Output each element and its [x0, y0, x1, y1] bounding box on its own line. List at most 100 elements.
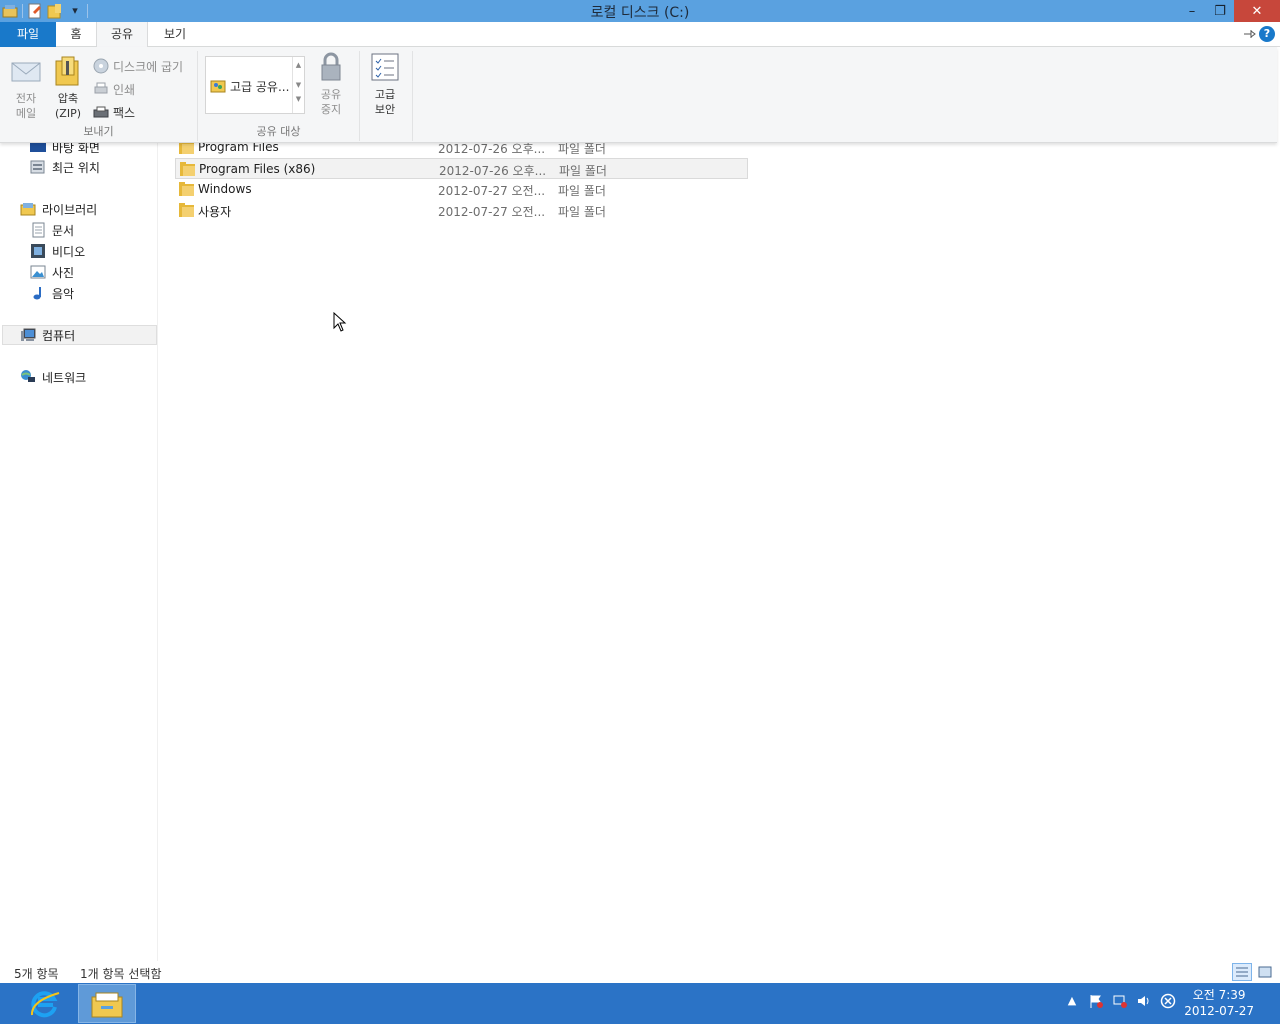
file-date: 2012-07-26 오후...: [439, 164, 547, 178]
documents-icon: [30, 222, 46, 238]
file-list: Program Files 2012-07-26 오후... 파일 폴더 Pro…: [159, 140, 1280, 961]
advanced-security-button[interactable]: 고급 보안: [367, 51, 403, 117]
send-group-label: 보내기: [83, 125, 114, 138]
music-icon: [30, 285, 46, 301]
zip-folder-icon: [52, 55, 84, 87]
status-bar: 5개 항목 1개 항목 선택함: [0, 961, 1280, 983]
advanced-security-line1: 고급: [374, 88, 396, 101]
network-icon: [20, 369, 36, 385]
email-label: 전자 메일: [15, 92, 37, 120]
nav-recent-label: 최근 위치: [52, 160, 100, 175]
details-view-button[interactable]: [1232, 963, 1252, 981]
nav-item-computer[interactable]: 컴퓨터: [20, 325, 75, 345]
ribbon-tabs: 파일 홈 공유 보기 ?: [0, 22, 1280, 48]
help-icon[interactable]: ?: [1259, 26, 1275, 42]
details-view-icon: [1236, 967, 1248, 977]
taskbar: ▲ 오전 7:39 2012-07-27: [0, 983, 1280, 1024]
nav-item-network[interactable]: 네트워크: [20, 367, 86, 387]
file-row[interactable]: 사용자 2012-07-27 오전... 파일 폴더: [175, 200, 748, 221]
folder-icon: [179, 203, 195, 217]
burn-disc-button[interactable]: 디스크에 굽기: [93, 56, 183, 76]
printer-icon: [93, 81, 109, 97]
close-circle-icon[interactable]: [1160, 993, 1176, 1009]
nav-documents-label: 문서: [52, 223, 75, 238]
file-type: 파일 폴더: [559, 164, 607, 178]
email-button[interactable]: 전자 메일: [8, 55, 44, 121]
large-icons-view-button[interactable]: [1255, 963, 1275, 981]
fax-button[interactable]: 팩스: [93, 102, 135, 122]
action-center-flag-icon[interactable]: [1088, 993, 1104, 1009]
file-type: 파일 폴더: [558, 205, 606, 219]
libraries-icon: [20, 201, 36, 217]
computer-icon: [20, 327, 36, 343]
file-explorer-icon: [91, 992, 123, 1017]
nav-music-label: 음악: [52, 286, 75, 301]
ribbon-panel: 전자 메일 압축 (ZIP) 디스크에 굽기 인쇄 팩스 보내기 공유 대상 고…: [0, 47, 1277, 143]
print-button[interactable]: 인쇄: [93, 79, 135, 99]
send-group: 전자 메일 압축 (ZIP) 디스크에 굽기 인쇄 팩스 보내기: [0, 51, 198, 141]
mouse-cursor-icon: [333, 312, 347, 332]
tab-file[interactable]: 파일: [0, 22, 56, 47]
stop-sharing-line1: 공유: [320, 88, 342, 101]
zip-label-line1: 압축: [57, 92, 79, 105]
navigation-pane: 바탕 화면 최근 위치 라이브러리 문서 비디오 사진 음악 컴퓨터 네트워크: [0, 141, 158, 961]
file-date: 2012-07-27 오전...: [438, 184, 546, 198]
taskbar-internet-explorer[interactable]: [17, 984, 75, 1023]
expand-ribbon-icon[interactable]: [1242, 27, 1256, 41]
tab-home[interactable]: 홈: [56, 22, 96, 47]
zip-button[interactable]: 압축 (ZIP): [50, 55, 86, 121]
nav-item-videos[interactable]: 비디오: [30, 241, 85, 261]
videos-icon: [30, 243, 46, 259]
lock-icon: [315, 51, 347, 83]
share-group-label: 공유 대상: [256, 125, 301, 138]
file-date: 2012-07-27 오전...: [438, 205, 546, 219]
share-gallery: 고급 공유... ▲ ▼ ▼: [205, 56, 305, 114]
pictures-icon: [30, 264, 46, 280]
nav-libraries-label: 라이브러리: [42, 202, 98, 217]
file-name: 사용자: [198, 205, 232, 219]
file-name: Windows: [198, 182, 252, 196]
clock-date: 2012-07-27: [1184, 1004, 1254, 1018]
file-row[interactable]: Windows 2012-07-27 오전... 파일 폴더: [175, 179, 748, 200]
system-tray: ▲: [1064, 993, 1176, 1009]
nav-item-recent[interactable]: 최근 위치: [30, 157, 100, 177]
restore-button[interactable]: ❐: [1206, 0, 1234, 22]
zip-label-line2: (ZIP): [55, 107, 81, 120]
burn-disc-label: 디스크에 굽기: [113, 59, 184, 74]
large-icons-view-icon: [1258, 966, 1272, 978]
minimize-button[interactable]: –: [1178, 0, 1206, 22]
advanced-security-line2: 보안: [374, 103, 396, 116]
print-label: 인쇄: [113, 82, 136, 97]
nav-item-music[interactable]: 음악: [30, 283, 74, 303]
stop-sharing-button[interactable]: 공유 중지: [314, 51, 348, 117]
nav-item-documents[interactable]: 문서: [30, 220, 74, 240]
email-icon: [10, 55, 42, 87]
fax-label: 팩스: [113, 105, 136, 120]
advanced-sharing-item[interactable]: 고급 공유...: [210, 77, 289, 96]
tab-share[interactable]: 공유: [96, 22, 148, 48]
disc-icon: [93, 58, 109, 74]
nav-item-libraries[interactable]: 라이브러리: [20, 199, 97, 219]
network-status-icon[interactable]: [1112, 993, 1128, 1009]
close-button[interactable]: ✕: [1234, 0, 1280, 22]
gallery-scroll[interactable]: ▲ ▼ ▼: [292, 57, 304, 113]
recent-places-icon: [30, 159, 46, 175]
volume-icon[interactable]: [1136, 993, 1152, 1009]
fax-icon: [93, 104, 109, 120]
clock-time: 오전 7:39: [1192, 988, 1246, 1002]
advanced-sharing-label: 고급 공유...: [230, 80, 290, 94]
folder-icon: [179, 182, 195, 196]
folder-icon: [180, 162, 196, 176]
nav-videos-label: 비디오: [52, 244, 86, 259]
file-row[interactable]: Program Files (x86) 2012-07-26 오후... 파일 …: [175, 158, 748, 179]
window-title: 로컬 디스크 (C:): [590, 5, 690, 21]
item-count: 5개 항목: [14, 967, 59, 981]
system-clock[interactable]: 오전 7:39 2012-07-27: [1184, 987, 1254, 1019]
tab-view[interactable]: 보기: [148, 22, 202, 47]
checklist-icon: [369, 51, 401, 83]
taskbar-file-explorer[interactable]: [78, 984, 136, 1023]
nav-pictures-label: 사진: [52, 265, 75, 280]
nav-item-pictures[interactable]: 사진: [30, 262, 74, 282]
stop-sharing-line2: 중지: [320, 103, 342, 116]
show-hidden-icons[interactable]: ▲: [1064, 993, 1080, 1009]
